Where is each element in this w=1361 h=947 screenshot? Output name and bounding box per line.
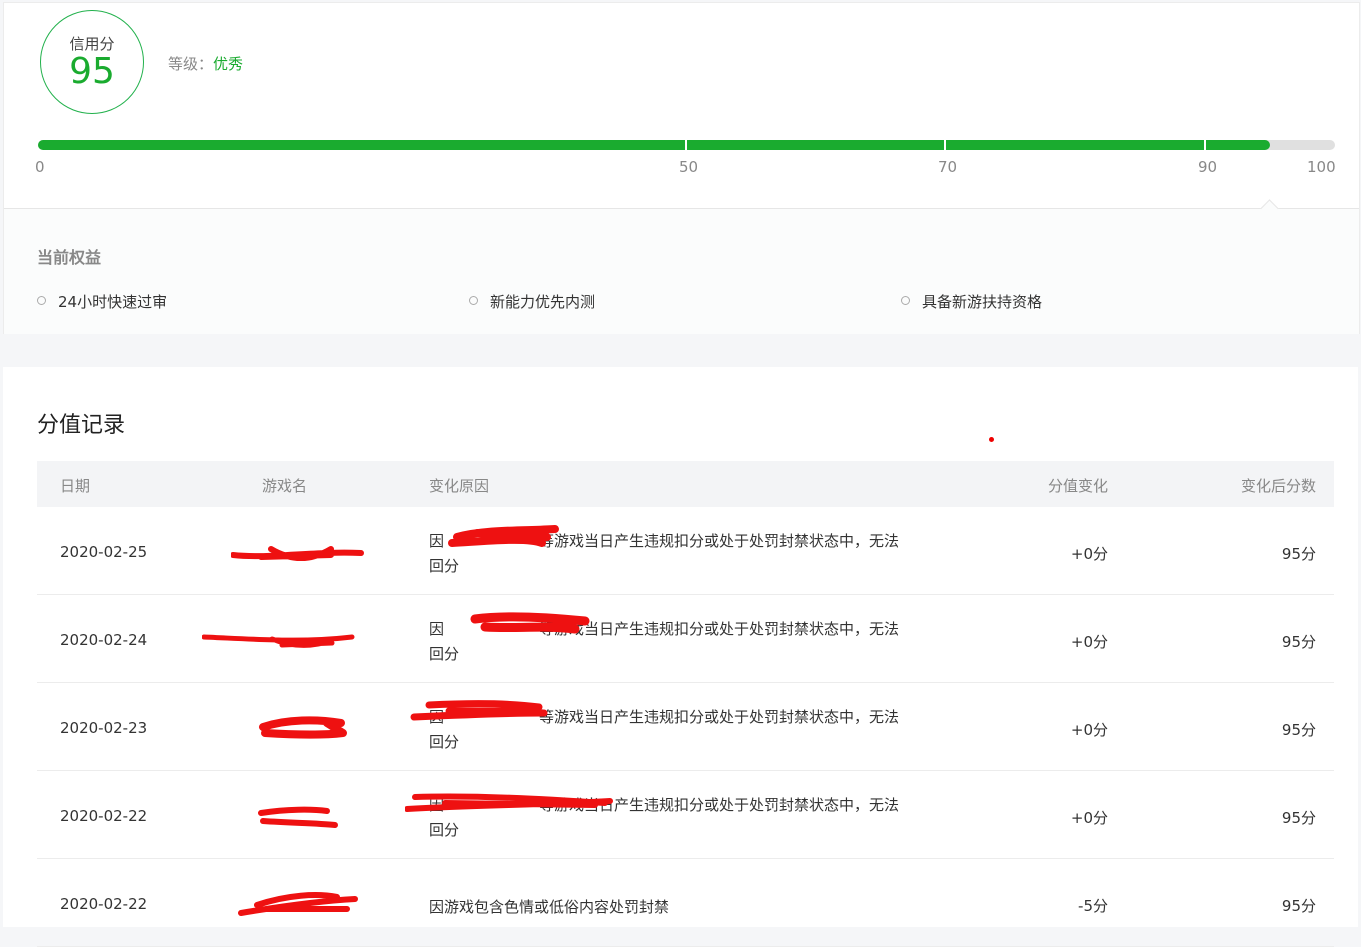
progress-separator-70 [944, 140, 946, 150]
record-date: 2020-02-22 [60, 895, 148, 913]
record-reason: 因 等游戏当日产生违规扣分或处于处罚封禁状态中，无法 回分 [429, 705, 939, 755]
benefit-item: 新能力优先内测 [469, 291, 595, 312]
column-header-reason: 变化原因 [429, 477, 490, 495]
reason-text-line2: 回分 [429, 821, 460, 839]
redaction-scribble [259, 716, 347, 739]
circle-bullet-icon [469, 296, 478, 305]
reason-text-line2: 回分 [429, 733, 460, 751]
red-dot-mark [989, 437, 994, 442]
credit-level-label: 等级： [168, 55, 214, 73]
table-row: 2020-02-24 因等游戏当日产生违规扣分或处于处罚封禁状态中，无法 回分 … [37, 595, 1334, 683]
reason-prefix: 因 [429, 620, 445, 638]
game-name-redacted [207, 537, 377, 565]
table-header: 日期 游戏名 变化原因 分值变化 变化后分数 [37, 461, 1334, 507]
redaction-scribble [238, 892, 358, 916]
record-date: 2020-02-24 [60, 631, 148, 649]
benefits-title: 当前权益 [37, 248, 102, 267]
credit-card: 信用分 95 等级：优秀 0 50 70 90 100 当前权益 24小时快速过… [3, 2, 1360, 334]
game-name-redacted [207, 801, 377, 829]
reason-text: 等游戏当日产生违规扣分或处于处罚封禁状态中，无法 [539, 708, 900, 726]
circle-bullet-icon [37, 296, 46, 305]
credit-score-value: 95 [69, 51, 115, 92]
credit-score-circle: 信用分 95 [40, 10, 144, 114]
redaction-scribble [231, 546, 364, 561]
record-after: 95分 [1281, 809, 1316, 827]
reason-prefix: 因 [429, 532, 445, 550]
reason-text: 等游戏当日产生违规扣分或处于处罚封禁状态中，无法 [539, 532, 900, 550]
benefit-item: 具备新游扶持资格 [901, 291, 1042, 312]
credit-progress-fill [38, 140, 1271, 150]
record-delta: +0分 [1070, 633, 1108, 651]
records-title: 分值记录 [37, 413, 126, 438]
benefit-label: 24小时快速过审 [58, 293, 168, 311]
reason-text-line2: 回分 [429, 557, 460, 575]
record-reason: 因 等游戏当日产生违规扣分或处于处罚封禁状态中，无法 回分 [429, 529, 939, 579]
credit-level-value: 优秀 [213, 55, 244, 73]
record-after: 95分 [1281, 545, 1316, 563]
table-row: 2020-02-22 因游戏包含色情或低俗内容处罚封禁 -5分 95分 [37, 859, 1334, 947]
benefit-label: 具备新游扶持资格 [922, 293, 1043, 311]
game-name-redacted [207, 713, 377, 741]
tick-0: 0 [35, 158, 45, 176]
column-header-delta: 分值变化 [1047, 477, 1108, 495]
record-date: 2020-02-25 [60, 543, 148, 561]
progress-separator-50 [685, 140, 687, 150]
record-reason: 因 等游戏当日产生违规扣分或处于处罚封禁状态中，无法 回分 [429, 617, 939, 667]
tick-100: 100 [1307, 158, 1336, 176]
record-date: 2020-02-23 [60, 719, 148, 737]
record-delta: +0分 [1070, 545, 1108, 563]
reason-prefix: 因 [429, 796, 445, 814]
reason-text-line2: 回分 [429, 645, 460, 663]
game-name-redacted [207, 889, 377, 917]
reason-text: 因游戏包含色情或低俗内容处罚封禁 [429, 898, 670, 916]
benefits-panel: 当前权益 24小时快速过审 新能力优先内测 具备新游扶持资格 [4, 199, 1359, 334]
records-table: 日期 游戏名 变化原因 分值变化 变化后分数 2020-02-25 因等游戏当日… [37, 461, 1334, 947]
benefit-item: 24小时快速过审 [37, 291, 167, 312]
record-delta: +0分 [1070, 721, 1108, 739]
benefit-label: 新能力优先内测 [490, 293, 596, 311]
record-after: 95分 [1281, 633, 1316, 651]
column-header-game: 游戏名 [262, 477, 308, 495]
reason-text: 等游戏当日产生违规扣分或处于处罚封禁状态中，无法 [539, 796, 900, 814]
record-delta: -5分 [1078, 897, 1108, 915]
credit-progress-bar [38, 140, 1335, 150]
credit-level: 等级：优秀 [168, 53, 243, 74]
tick-50: 50 [679, 158, 699, 176]
record-reason: 因游戏包含色情或低俗内容处罚封禁 [429, 895, 939, 920]
records-card: 分值记录 日期 游戏名 变化原因 分值变化 变化后分数 2020-02-25 因… [3, 367, 1358, 947]
table-row: 2020-02-22 因等游戏当日产生违规扣分或处于处罚封禁状态中，无法 回分 … [37, 771, 1334, 859]
game-name-redacted [202, 625, 377, 653]
table-row: 2020-02-23 因等游戏当日产生违规扣分或处于处罚封禁状态中，无法 回分 … [37, 683, 1334, 771]
progress-separator-90 [1204, 140, 1206, 150]
benefit-pointer-arrow [1260, 199, 1279, 218]
redaction-scribble [258, 806, 338, 828]
table-row: 2020-02-25 因等游戏当日产生违规扣分或处于处罚封禁状态中，无法 回分 … [37, 507, 1334, 595]
record-delta: +0分 [1070, 809, 1108, 827]
tick-70: 70 [938, 158, 958, 176]
record-reason: 因 等游戏当日产生违规扣分或处于处罚封禁状态中，无法 回分 [429, 793, 939, 843]
column-header-after: 变化后分数 [1240, 477, 1316, 495]
record-after: 95分 [1281, 897, 1316, 915]
circle-bullet-icon [901, 296, 910, 305]
column-header-date: 日期 [60, 477, 91, 495]
reason-prefix: 因 [429, 708, 445, 726]
record-after: 95分 [1281, 721, 1316, 739]
reason-text: 等游戏当日产生违规扣分或处于处罚封禁状态中，无法 [539, 620, 900, 638]
record-date: 2020-02-22 [60, 807, 148, 825]
redaction-scribble [202, 634, 355, 648]
tick-90: 90 [1198, 158, 1218, 176]
